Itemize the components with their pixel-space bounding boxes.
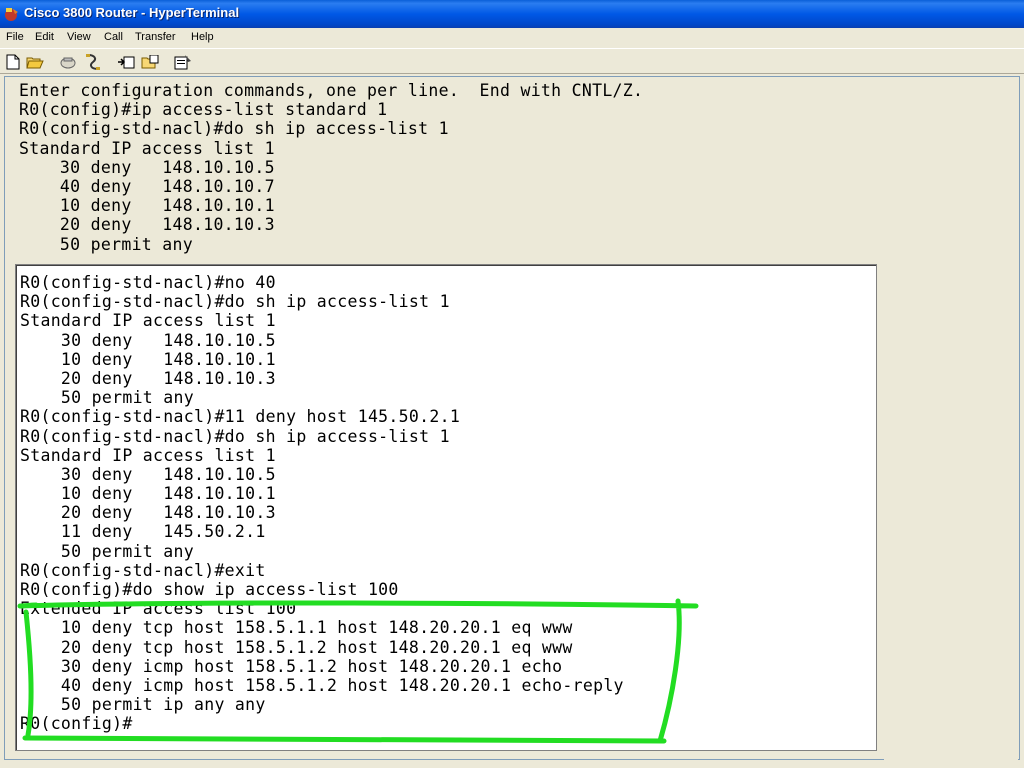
terminal-line: 30 deny 148.10.10.5 [20,464,276,484]
menu-bar: File Edit View Call Transfer Help [0,28,1024,48]
terminal-line: 10 deny 148.10.10.1 [19,196,275,216]
terminal-line: R0(config-std-nacl)#no 40 [20,273,276,292]
terminal-line: Standard IP access list 1 [19,138,275,158]
menu-transfer[interactable]: Transfer [132,30,179,44]
terminal-line: 50 permit ip any any [20,695,266,715]
menu-file[interactable]: File [3,30,27,44]
terminal-line: Standard IP access list 1 [20,311,276,331]
menu-help[interactable]: Help [188,30,217,44]
terminal-screen-panel[interactable]: R0(config-std-nacl)#no 40 R0(config-std-… [15,264,877,751]
terminal-line: 50 permit any [19,234,193,254]
phone-icon[interactable] [57,52,79,72]
receive-icon[interactable] [139,52,161,72]
terminal-margin [884,264,1018,760]
send-icon[interactable] [115,52,137,72]
terminal-line: 50 permit any [20,541,194,561]
terminal-line: 20 deny 148.10.10.3 [20,368,276,388]
terminal-line: R0(config)#ip access-list standard 1 [19,100,388,120]
terminal-line: 50 permit any [20,388,194,408]
terminal-line: 30 deny 148.10.10.5 [19,157,275,177]
disconnect-icon[interactable] [82,52,104,72]
menu-call[interactable]: Call [101,30,126,44]
terminal-line: 20 deny 148.10.10.3 [20,503,276,523]
terminal-line: R0(config-std-nacl)#11 deny host 145.50.… [20,407,461,427]
terminal-line: R0(config)#do show ip access-list 100 [20,580,399,599]
terminal-line: Extended IP access list 100 [20,599,297,619]
terminal-line: 11 deny 145.50.2.1 [20,522,266,542]
open-folder-icon[interactable] [24,52,46,72]
terminal-line: 30 deny icmp host 158.5.1.2 host 148.20.… [20,656,563,676]
hyperterminal-app-icon[interactable] [3,6,20,22]
terminal-line: R0(config)# [20,714,133,734]
terminal-line: 10 deny 148.10.10.1 [20,349,276,369]
terminal-line: 10 deny 148.10.10.1 [20,484,276,504]
terminal-line: 30 deny 148.10.10.5 [20,330,276,350]
menu-edit[interactable]: Edit [32,30,57,44]
properties-icon[interactable] [172,52,194,72]
terminal-line: 10 deny tcp host 158.5.1.1 host 148.20.2… [20,618,573,638]
title-bar: Cisco 3800 Router - HyperTerminal [0,0,1024,28]
terminal-line: Standard IP access list 1 [20,445,276,465]
terminal-line: 40 deny icmp host 158.5.1.2 host 148.20.… [20,675,624,695]
menu-view[interactable]: View [64,30,94,44]
terminal-output-panel: R0(config-std-nacl)#no 40 R0(config-std-… [20,273,624,734]
terminal-line: 20 deny 148.10.10.3 [19,215,275,235]
toolbar [0,48,1024,74]
new-document-icon[interactable] [2,52,24,72]
terminal-output-top: Enter configuration commands, one per li… [19,81,643,254]
terminal-line: R0(config-std-nacl)#exit [20,560,266,580]
terminal-line: R0(config-std-nacl)#do sh ip access-list… [20,426,450,446]
terminal-line: R0(config-std-nacl)#do sh ip access-list… [20,292,450,312]
terminal-line: R0(config-std-nacl)#do sh ip access-list… [19,119,449,139]
terminal-line: 20 deny tcp host 158.5.1.2 host 148.20.2… [20,637,573,657]
terminal-line: 40 deny 148.10.10.7 [19,176,275,196]
terminal-line: Enter configuration commands, one per li… [19,81,644,100]
window-title: Cisco 3800 Router - HyperTerminal [24,5,240,20]
